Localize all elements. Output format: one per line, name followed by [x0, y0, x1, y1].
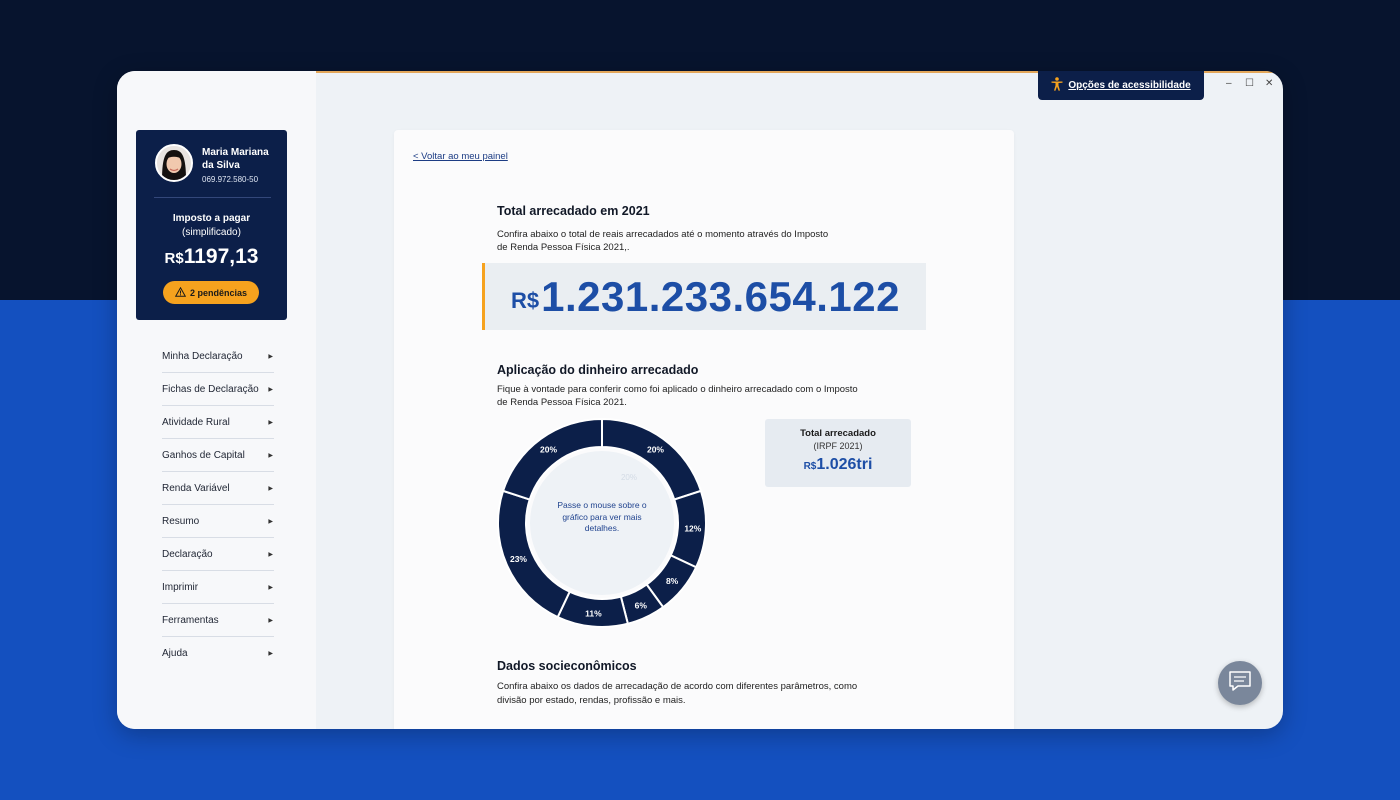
menu-item-imprimir[interactable]: Imprimir ▶ — [162, 571, 274, 604]
total-collected-card: Total arrecadado (IRPF 2021) R$1.026tri — [765, 419, 911, 487]
menu-item-label: Resumo — [162, 515, 200, 527]
socio-description-2: divisão por estado, rendas, profissão e … — [497, 695, 686, 706]
donut-slice-label: 20% — [647, 444, 664, 454]
menu-item-label: Ferramentas — [162, 614, 219, 626]
total-title: Total arrecadado em 2021 — [497, 204, 650, 218]
chart-hover-hint: Passe o mouse sobre o gráfico para ver m… — [557, 500, 647, 533]
total-card-currency: R$ — [803, 461, 817, 472]
menu-item-ajuda[interactable]: Ajuda ▶ — [162, 637, 274, 670]
accessibility-icon — [1051, 77, 1063, 94]
total-card-amount: 1.026tri — [816, 456, 873, 473]
application-description-1: Fique à vontade para conferir como foi a… — [497, 384, 858, 395]
application-title: Aplicação do dinheiro arrecadado — [497, 363, 699, 377]
donut-slice-label: 23% — [510, 554, 527, 564]
minimize-button[interactable]: – — [1226, 78, 1232, 89]
menu-item-ferramentas[interactable]: Ferramentas ▶ — [162, 604, 274, 637]
total-card-subtitle: (IRPF 2021) — [813, 441, 863, 451]
total-amount-box: R$ 1.231.233.654.122 — [482, 263, 926, 330]
menu-item-label: Ganhos de Capital — [162, 449, 245, 461]
caret-right-icon: ▶ — [268, 452, 273, 459]
menu-item-renda-variavel[interactable]: Renda Variável ▶ — [162, 472, 274, 505]
menu-item-label: Minha Declaração — [162, 350, 243, 362]
close-button[interactable]: ✕ — [1265, 78, 1273, 89]
application-description-2: de Renda Pessoa Física 2021. — [497, 397, 627, 408]
total-card-title: Total arrecadado — [800, 428, 876, 439]
tax-currency: R$ — [164, 250, 184, 267]
accessibility-label: Opções de acessibilidade — [1068, 80, 1191, 91]
chat-button[interactable] — [1218, 661, 1262, 705]
menu-item-label: Ajuda — [162, 648, 188, 659]
caret-right-icon: ▶ — [268, 353, 273, 360]
caret-right-icon: ▶ — [268, 584, 273, 591]
maximize-button[interactable]: ☐ — [1245, 78, 1254, 89]
caret-right-icon: ▶ — [268, 518, 273, 525]
menu-item-label: Declaração — [162, 548, 213, 560]
app-window: Maria Mariana da Silva 069.972.580-50 Im… — [117, 71, 1283, 729]
caret-right-icon: ▶ — [268, 419, 273, 426]
caret-right-icon: ▶ — [268, 386, 273, 393]
caret-right-icon: ▶ — [268, 617, 273, 624]
chat-icon — [1228, 670, 1252, 697]
tax-amount: 1197,13 — [183, 245, 259, 268]
socio-title: Dados socieconômicos — [497, 659, 637, 673]
user-cpf: 069.972.580-50 — [202, 175, 259, 184]
donut-slice-label: 20% — [540, 444, 557, 454]
donut-slice-label: 12% — [684, 524, 701, 534]
donut-slice-label: 8% — [666, 576, 679, 586]
sidebar-menu: Minha Declaração ▶ Fichas de Declaração ▶ … — [162, 340, 274, 670]
menu-item-fichas-de-declaracao[interactable]: Fichas de Declaração ▶ — [162, 373, 274, 406]
pending-label: 2 pendências — [189, 287, 248, 298]
warning-icon — [174, 286, 187, 299]
caret-right-icon: ▶ — [268, 551, 273, 558]
user-name: Maria Mariana da Silva — [202, 147, 269, 171]
profile-card: Maria Mariana da Silva 069.972.580-50 Im… — [136, 130, 287, 320]
pending-button[interactable]: 2 pendências — [163, 281, 259, 304]
donut-slice-label: 6% — [635, 600, 648, 610]
menu-item-label: Renda Variável — [162, 482, 230, 494]
menu-item-label: Atividade Rural — [162, 416, 230, 428]
total-description-1: Confira abaixo o total de reais arrecada… — [497, 229, 829, 240]
main-content: < Voltar ao meu painel Total arrecadado … — [394, 130, 1014, 729]
socio-description-1: Confira abaixo os dados de arrecadação d… — [497, 681, 858, 692]
avatar[interactable] — [155, 144, 193, 182]
menu-item-atividade-rural[interactable]: Atividade Rural ▶ — [162, 406, 274, 439]
menu-item-label: Fichas de Declaração — [162, 383, 259, 395]
total-currency: R$ — [511, 287, 540, 313]
tax-title: Imposto a pagar — [172, 213, 251, 224]
donut-slice-label: 11% — [585, 609, 602, 619]
total-amount: 1.231.233.654.122 — [541, 272, 900, 320]
tax-subtitle: (simplificado) — [182, 227, 241, 238]
donut-background-label: 20% — [621, 473, 637, 482]
total-description-2: de Renda Pessoa Física 2021,. — [497, 242, 630, 253]
accessibility-options-button[interactable]: Opções de acessibilidade — [1038, 71, 1204, 100]
menu-item-ganhos-de-capital[interactable]: Ganhos de Capital ▶ — [162, 439, 274, 472]
sidebar: Maria Mariana da Silva 069.972.580-50 Im… — [117, 71, 316, 729]
caret-right-icon: ▶ — [268, 651, 273, 657]
total-card-value: R$1.026tri — [765, 456, 911, 474]
tax-value: R$1197,13 — [136, 245, 287, 269]
menu-item-resumo[interactable]: Resumo ▶ — [162, 505, 274, 538]
menu-item-label: Imprimir — [162, 581, 199, 593]
menu-item-minha-declaracao[interactable]: Minha Declaração ▶ — [162, 340, 274, 373]
caret-right-icon: ▶ — [268, 485, 273, 492]
menu-item-declaracao[interactable]: Declaração ▶ — [162, 538, 274, 571]
back-link[interactable]: < Voltar ao meu painel — [413, 151, 508, 162]
divider — [154, 197, 271, 198]
donut-chart[interactable]: 20% 12% 8% 6% 11% 23% 20% 20% Passe o mouse sob… — [497, 418, 707, 628]
